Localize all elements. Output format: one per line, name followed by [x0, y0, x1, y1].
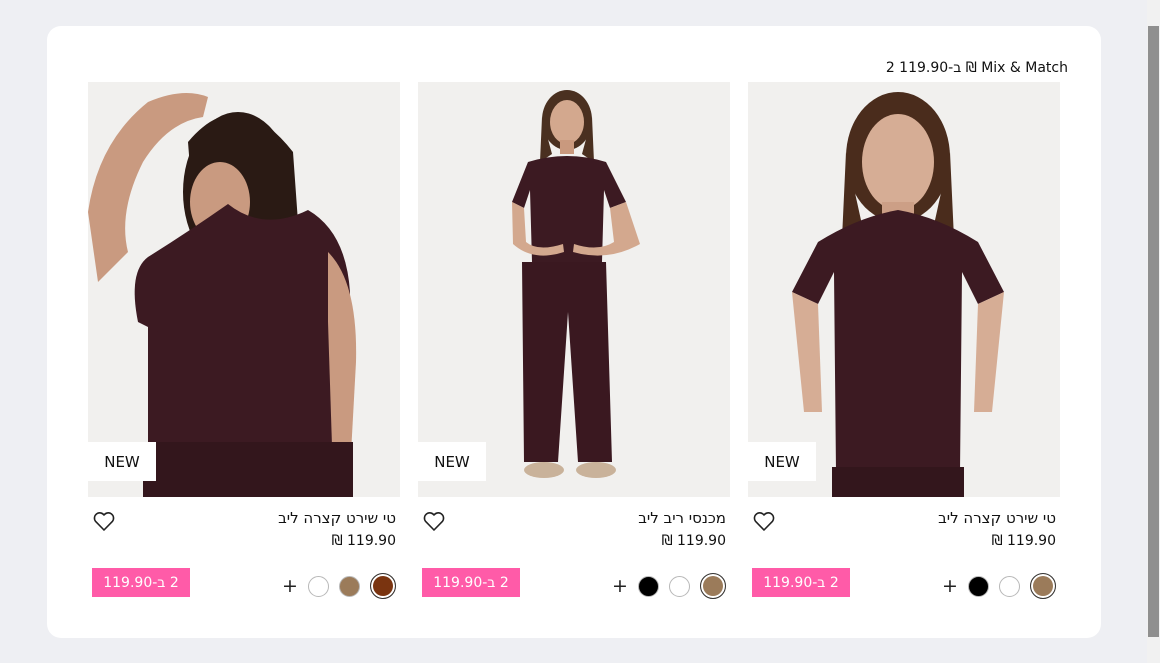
page-scrollbar[interactable] [1147, 0, 1160, 663]
product-image[interactable]: NEW [88, 82, 400, 497]
product-title[interactable]: מכנסי ריב ליב [638, 509, 726, 527]
new-badge: NEW [418, 442, 486, 481]
heart-icon[interactable] [422, 509, 446, 533]
more-colors-plus-icon[interactable]: + [612, 576, 628, 596]
color-swatch-tan[interactable] [700, 573, 726, 599]
scrollbar-thumb[interactable] [1148, 26, 1159, 637]
model-photo [88, 82, 400, 497]
product-price: 119.90 ₪ [991, 533, 1056, 549]
more-colors-plus-icon[interactable]: + [282, 576, 298, 596]
color-swatch-tan[interactable] [339, 575, 360, 597]
color-swatch-black[interactable] [638, 575, 659, 597]
more-colors-plus-icon[interactable]: + [942, 576, 958, 596]
promo-badge-button[interactable]: 2 ב-119.90 [422, 568, 520, 597]
promo-badge-button[interactable]: 2 ב-119.90 [752, 568, 850, 597]
product-image[interactable]: NEW [418, 82, 730, 497]
model-photo [748, 82, 1060, 497]
heart-icon[interactable] [92, 509, 116, 533]
color-swatch-white[interactable] [669, 575, 690, 597]
promo-badge-button[interactable]: 2 ב-119.90 [92, 568, 190, 597]
color-swatches: + [612, 572, 726, 600]
product-card[interactable]: NEW טי שירט קצרה ליב 119.90 ₪ + 2 ב-119.… [88, 82, 400, 612]
heart-icon[interactable] [752, 509, 776, 533]
product-card[interactable]: NEW מכנסי ריב ליב 119.90 ₪ + 2 ב-119.90 [418, 82, 730, 612]
product-card[interactable]: NEW טי שירט קצרה ליב 119.90 ₪ + 2 ב-119.… [748, 82, 1060, 612]
product-carousel-card: 2 ב-119.90 ₪ Mix & Match NEW טי שירט קצר… [47, 26, 1101, 638]
color-swatch-white[interactable] [308, 575, 329, 597]
color-swatches: + [282, 572, 396, 600]
product-price: 119.90 ₪ [331, 533, 396, 549]
color-swatch-tan[interactable] [1030, 573, 1056, 599]
color-swatch-black[interactable] [968, 575, 989, 597]
color-swatches: + [942, 572, 1056, 600]
color-swatch-white[interactable] [999, 575, 1020, 597]
color-swatch-brown-rust[interactable] [370, 573, 396, 599]
product-price: 119.90 ₪ [661, 533, 726, 549]
model-photo [418, 82, 730, 497]
product-title[interactable]: טי שירט קצרה ליב [938, 509, 1056, 527]
new-badge: NEW [748, 442, 816, 481]
mix-match-banner: 2 ב-119.90 ₪ Mix & Match [885, 60, 1068, 76]
new-badge: NEW [88, 442, 156, 481]
product-title[interactable]: טי שירט קצרה ליב [278, 509, 396, 527]
product-image[interactable]: NEW [748, 82, 1060, 497]
